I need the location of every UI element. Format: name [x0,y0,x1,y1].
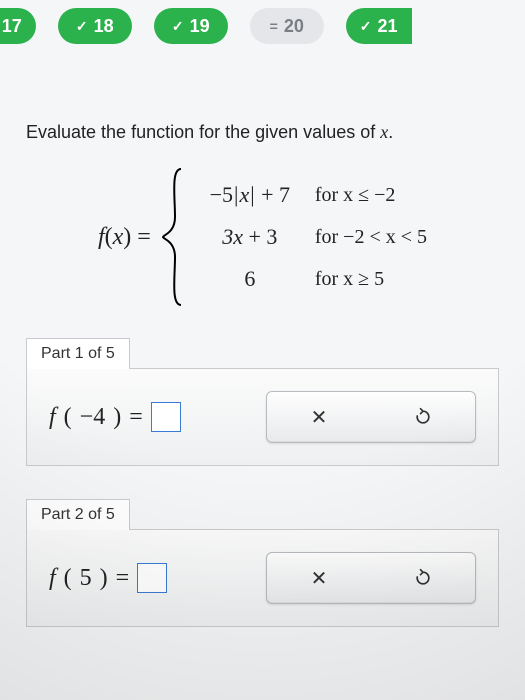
part-body: f(5)= ✕ [26,529,499,627]
answer-controls: ✕ [266,552,476,604]
case-cond: for x ≥ 5 [315,268,384,291]
undo-button[interactable] [403,397,443,437]
nav-pill-number: 19 [190,16,210,37]
question-prompt: Evaluate the function for the given valu… [26,122,499,143]
nav-pill-17[interactable]: ✓ 17 [0,8,36,44]
brace-icon [161,167,185,307]
part-equation: f(−4)= [49,402,181,432]
part-equation: f(5)= [49,563,167,593]
cases: −5x + 7 for x ≤ −2 3x + 3 for −2 < x < 5… [195,182,427,292]
clear-button[interactable]: ✕ [299,558,339,598]
answer-controls: ✕ [266,391,476,443]
nav-pill-number: 18 [94,16,114,37]
undo-button[interactable] [403,558,443,598]
nav-pill-number: 17 [2,16,22,37]
nav-pill-18[interactable]: ✓ 18 [58,8,132,44]
case-cond: for x ≤ −2 [315,184,396,207]
check-icon: ✓ [76,18,88,35]
part-label: Part 2 of 5 [26,499,130,530]
case-2: 3x + 3 for −2 < x < 5 [195,224,427,250]
case-cond: for −2 < x < 5 [315,226,427,249]
part-body: f(−4)= ✕ [26,368,499,466]
part-1: Part 1 of 5 f(−4)= ✕ [26,337,499,466]
nav-pill-number: 21 [378,16,398,37]
current-icon: = [270,18,278,34]
undo-icon [413,568,433,588]
case-expr: 3x + 3 [195,224,305,250]
clear-button[interactable]: ✕ [299,397,339,437]
case-3: 6 for x ≥ 5 [195,266,427,292]
nav-pill-19[interactable]: ✓ 19 [154,8,228,44]
part-label: Part 1 of 5 [26,338,130,369]
prompt-text-end: . [388,122,393,142]
function-lhs: f(x) = [98,224,151,251]
nav-pill-number: 20 [284,16,304,37]
answer-input[interactable] [151,402,181,432]
check-icon: ✓ [172,18,184,35]
case-expr: −5x + 7 [195,182,305,208]
undo-icon [413,407,433,427]
case-expr: 6 [195,266,305,292]
check-icon: ✓ [360,18,372,35]
question-nav: ✓ 17 ✓ 18 ✓ 19 = 20 ✓ 21 [0,0,525,52]
question-content: Evaluate the function for the given valu… [0,52,525,627]
piecewise-function: f(x) = −5x + 7 for x ≤ −2 3x + 3 for −2 … [26,167,499,307]
nav-pill-20[interactable]: = 20 [250,8,324,44]
answer-input[interactable] [137,563,167,593]
part-2: Part 2 of 5 f(5)= ✕ [26,498,499,627]
prompt-text: Evaluate the function for the given valu… [26,122,380,142]
case-1: −5x + 7 for x ≤ −2 [195,182,427,208]
nav-pill-21[interactable]: ✓ 21 [346,8,412,44]
